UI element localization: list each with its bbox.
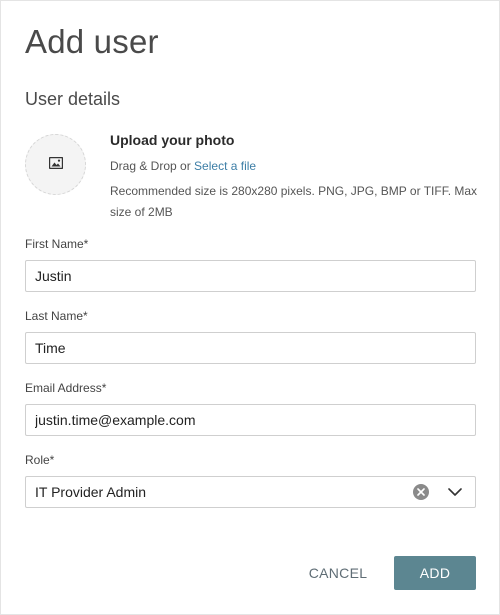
first-name-input[interactable] <box>25 260 476 292</box>
last-name-input[interactable] <box>25 332 476 364</box>
chevron-down-icon[interactable] <box>446 483 464 501</box>
cancel-button[interactable]: CANCEL <box>301 556 375 590</box>
select-file-link[interactable]: Select a file <box>194 159 256 173</box>
image-icon <box>48 156 63 174</box>
email-label: Email Address* <box>25 381 107 395</box>
upload-requirements-note: Recommended size is 280x280 pixels. PNG,… <box>110 184 478 219</box>
dialog-title: Add user <box>25 23 159 60</box>
role-label: Role* <box>25 453 55 467</box>
section-title-user-details: User details <box>25 89 121 109</box>
photo-upload-dropzone[interactable] <box>25 134 86 195</box>
upload-title: Upload your photo <box>110 132 235 148</box>
upload-info: Upload your photo Drag & Drop or Select … <box>110 132 480 223</box>
role-select[interactable]: IT Provider Admin <box>25 476 476 508</box>
upload-drag-line: Drag & Drop or Select a file <box>110 159 480 173</box>
last-name-label: Last Name* <box>25 309 88 323</box>
drag-drop-text: Drag & Drop or <box>110 159 191 173</box>
first-name-label: First Name* <box>25 237 89 251</box>
add-button[interactable]: ADD <box>394 556 476 590</box>
add-user-dialog: Add user User details Upload your photo … <box>0 0 500 615</box>
clear-icon[interactable] <box>413 484 429 500</box>
email-input[interactable] <box>25 404 476 436</box>
role-selected-value: IT Provider Admin <box>35 484 147 500</box>
